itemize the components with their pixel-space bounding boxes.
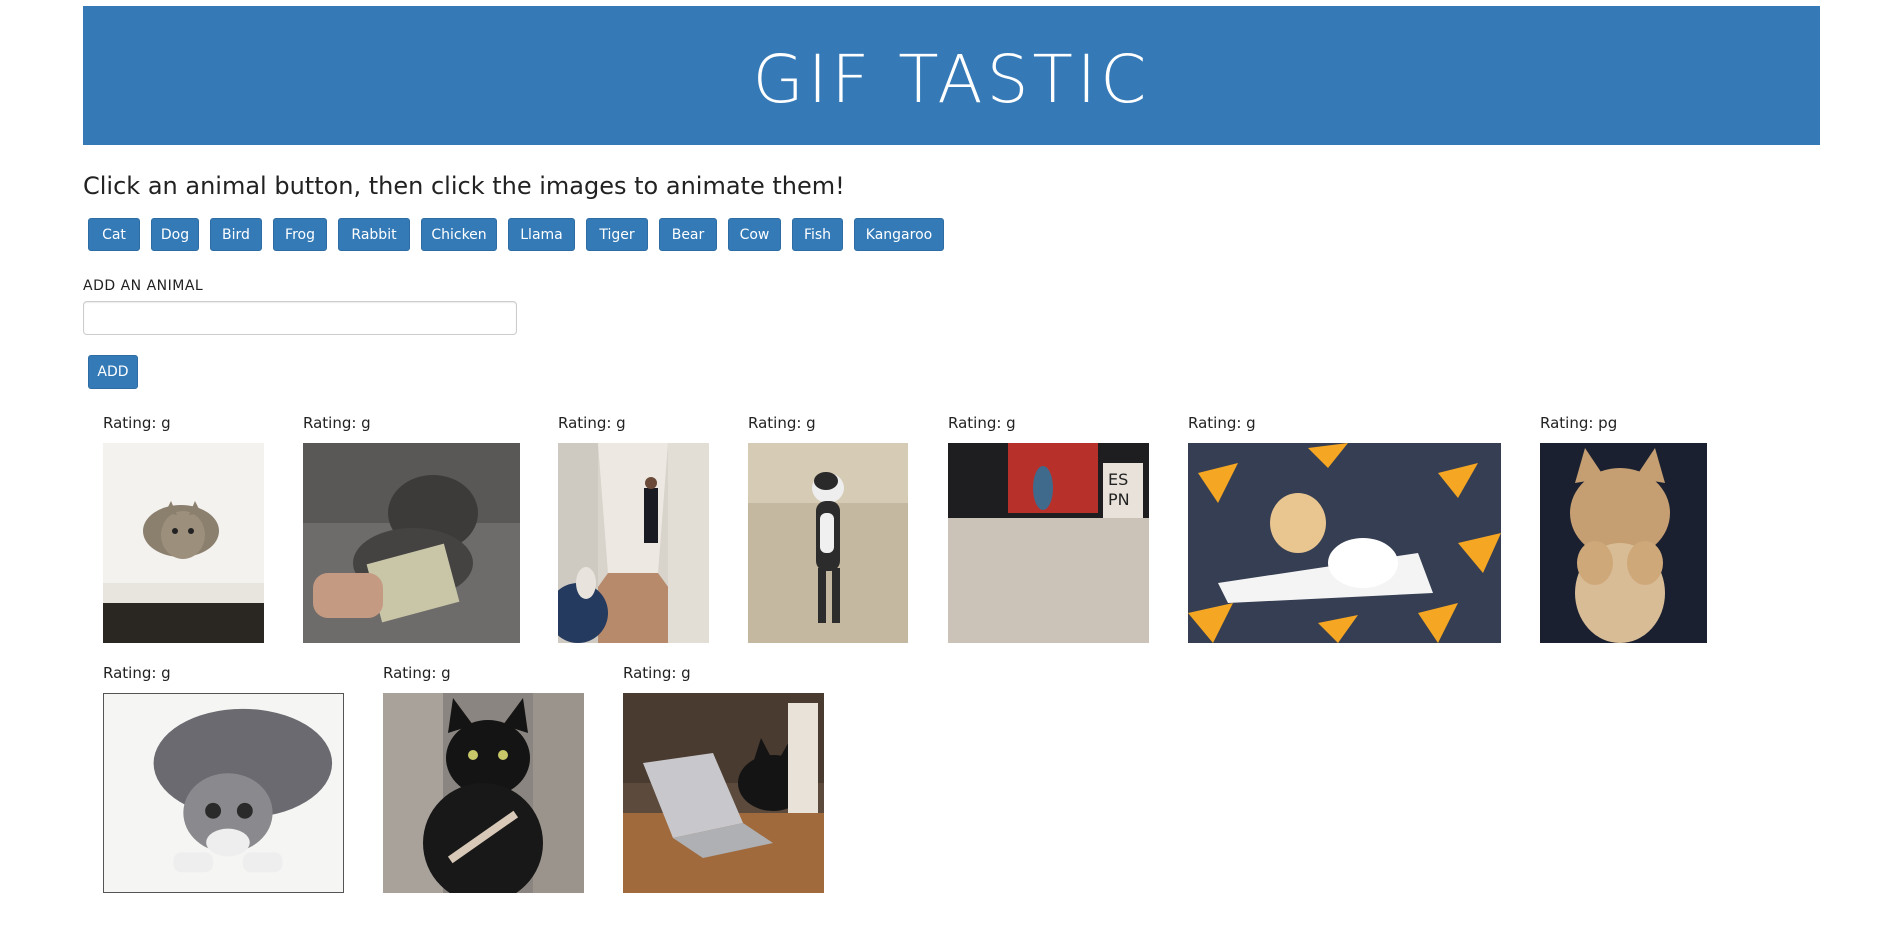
add-animal-label: ADD AN ANIMAL: [83, 278, 204, 294]
gif-rating: Rating: g: [1188, 414, 1256, 432]
gif-rating: Rating: g: [383, 664, 451, 682]
add-button[interactable]: ADD: [88, 355, 138, 389]
gif-image-black-cat-nailfile[interactable]: [383, 693, 584, 893]
gif-rating: Rating: g: [748, 414, 816, 432]
gif-rating: Rating: g: [948, 414, 1016, 432]
header-banner: GIF TASTIC: [83, 6, 1820, 145]
gif-image-cat-money[interactable]: [303, 443, 520, 643]
gif-image-kitten-paws[interactable]: [1540, 443, 1707, 643]
gif-image-black-cat-laptop[interactable]: [623, 693, 824, 893]
gif-image-cat-hallway[interactable]: [558, 443, 709, 643]
add-animal-input[interactable]: [83, 301, 517, 335]
gif-image-cat-bench[interactable]: [103, 443, 264, 643]
gif-rating: Rating: pg: [1540, 414, 1618, 432]
gif-rating: Rating: g: [103, 414, 171, 432]
gif-rating: Rating: g: [303, 414, 371, 432]
gif-rating: Rating: g: [558, 414, 626, 432]
page-title: GIF TASTIC: [752, 41, 1151, 118]
animal-button-frog[interactable]: Frog: [273, 218, 327, 251]
animal-button-kangaroo[interactable]: Kangaroo: [854, 218, 944, 251]
gif-rating: Rating: g: [103, 664, 171, 682]
gif-image-room-espn[interactable]: ES PN: [948, 443, 1149, 643]
animal-button-cat[interactable]: Cat: [88, 218, 140, 251]
instructions-text: Click an animal button, then click the i…: [83, 172, 845, 200]
animal-button-bear[interactable]: Bear: [659, 218, 717, 251]
animal-button-chicken[interactable]: Chicken: [421, 218, 497, 251]
gif-image-cartoon-pizza-cats[interactable]: [1188, 443, 1501, 643]
animal-button-tiger[interactable]: Tiger: [586, 218, 648, 251]
gif-image-cat-standing[interactable]: [748, 443, 908, 643]
gif-image-cat-pounce[interactable]: [103, 693, 344, 893]
svg-text:ES: ES: [1108, 470, 1128, 489]
animal-button-bird[interactable]: Bird: [210, 218, 262, 251]
animal-button-fish[interactable]: Fish: [792, 218, 843, 251]
animal-button-dog[interactable]: Dog: [151, 218, 199, 251]
animal-button-cow[interactable]: Cow: [728, 218, 781, 251]
animal-button-llama[interactable]: Llama: [508, 218, 575, 251]
page: GIF TASTIC Click an animal button, then …: [0, 0, 1891, 928]
gif-rating: Rating: g: [623, 664, 691, 682]
animal-button-rabbit[interactable]: Rabbit: [338, 218, 410, 251]
svg-text:PN: PN: [1108, 490, 1130, 509]
